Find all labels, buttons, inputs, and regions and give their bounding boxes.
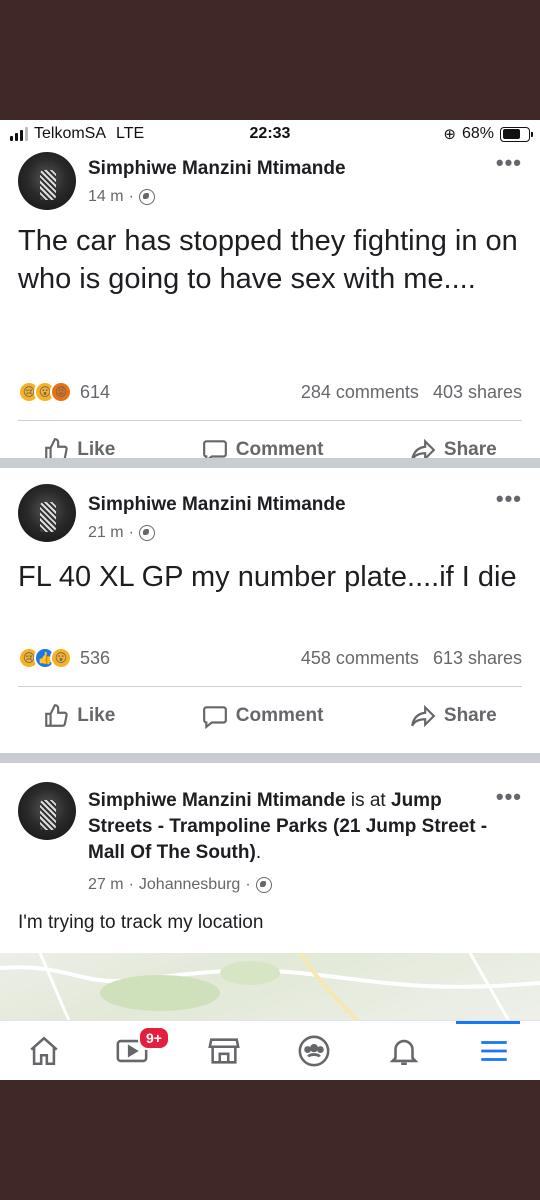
comment-button[interactable]: Comment [202, 703, 324, 729]
post-time[interactable]: 27 m [88, 876, 124, 894]
share-label: Share [443, 705, 497, 726]
globe-icon [138, 189, 155, 205]
tab-bar: 9+ [0, 1020, 540, 1080]
orientation-lock-icon: ⊕ [443, 126, 456, 143]
checkin-header: Simphiwe Manzini Mtimande is at Jump Str… [88, 788, 490, 866]
like-icon [45, 704, 68, 727]
reaction-count[interactable]: 536 [80, 648, 110, 669]
checkin-is-at: is at [350, 790, 386, 811]
globe-icon [138, 525, 155, 541]
more-options-icon[interactable]: ••• [496, 784, 522, 810]
post-2: Simphiwe Manzini Mtimande 21 m · ••• FL … [0, 476, 540, 751]
post-separator [0, 753, 540, 763]
comment-count[interactable]: 284 comments [301, 382, 419, 403]
like-button[interactable]: Like [43, 703, 115, 729]
marketplace-icon[interactable] [204, 1031, 244, 1071]
post-author[interactable]: Simphiwe Manzini Mtimande [88, 790, 346, 811]
watch-badge: 9+ [138, 1026, 170, 1050]
post-meta: 21 m · [88, 524, 155, 542]
post-stats: 😢 👍 😮 536 458 comments 613 shares [18, 646, 522, 670]
notifications-icon[interactable] [384, 1031, 424, 1071]
post-time[interactable]: 21 m [88, 524, 124, 542]
post-location[interactable]: Johannesburg [139, 876, 240, 894]
angry-reaction-icon: 😡 [50, 381, 72, 403]
battery-percent: 68% [461, 125, 494, 142]
share-icon [411, 704, 436, 728]
avatar[interactable] [18, 782, 76, 840]
more-options-icon[interactable]: ••• [496, 486, 522, 512]
reaction-count[interactable]: 614 [80, 382, 110, 403]
battery-icon [500, 126, 533, 142]
post-separator [0, 458, 540, 468]
post-1: Simphiwe Manzini Mtimande 14 m · ••• The… [0, 150, 540, 463]
comment-label: Comment [235, 705, 324, 726]
divider [18, 420, 522, 421]
avatar[interactable] [18, 484, 76, 542]
more-options-icon[interactable]: ••• [496, 150, 522, 176]
wow-reaction-icon: 😮 [50, 647, 72, 669]
share-button[interactable]: Share [410, 703, 497, 729]
home-icon[interactable] [24, 1031, 64, 1071]
groups-icon[interactable] [294, 1031, 334, 1071]
map-preview[interactable] [0, 953, 540, 1023]
meta-separator: · [128, 524, 134, 541]
comment-icon [202, 706, 227, 729]
post-author[interactable]: Simphiwe Manzini Mtimande [88, 156, 346, 182]
status-bar: TelkomSA LTE 22:33 ⊕ 68% [0, 120, 540, 150]
post-text: FL 40 XL GP my number plate....if I die [18, 561, 517, 593]
phone-screen: TelkomSA LTE 22:33 ⊕ 68% Simphiwe Manzin… [0, 120, 540, 1080]
post-3: Simphiwe Manzini Mtimande is at Jump Str… [0, 768, 540, 958]
share-count[interactable]: 613 shares [433, 648, 522, 669]
share-count[interactable]: 403 shares [433, 382, 522, 403]
post-author[interactable]: Simphiwe Manzini Mtimande [88, 492, 346, 518]
like-label: Like [77, 705, 116, 726]
post-text: I'm trying to track my location [18, 912, 264, 933]
reaction-icons[interactable]: 😢 😮 😡 [18, 381, 72, 403]
post-stats: 😢 😮 😡 614 284 comments 403 shares [18, 380, 522, 404]
active-tab-indicator [456, 1021, 520, 1024]
post-actions: Like Comment Share [0, 696, 540, 736]
post-meta: 14 m · [88, 188, 155, 206]
comment-count[interactable]: 458 comments [301, 648, 419, 669]
post-time[interactable]: 14 m [88, 188, 124, 206]
avatar[interactable] [18, 152, 76, 210]
reaction-icons[interactable]: 😢 👍 😮 [18, 647, 72, 669]
meta-separator: · [128, 188, 134, 205]
meta-separator: · [245, 876, 251, 893]
globe-icon [255, 877, 272, 893]
menu-icon[interactable] [474, 1031, 514, 1071]
post-text: The car has stopped they fighting in on … [18, 225, 518, 295]
checkin-place-end: . [255, 842, 262, 863]
map-roads [0, 953, 540, 1023]
post-meta: 27 m · Johannesburg · [88, 876, 272, 894]
divider [18, 686, 522, 687]
meta-separator: · [128, 876, 134, 893]
